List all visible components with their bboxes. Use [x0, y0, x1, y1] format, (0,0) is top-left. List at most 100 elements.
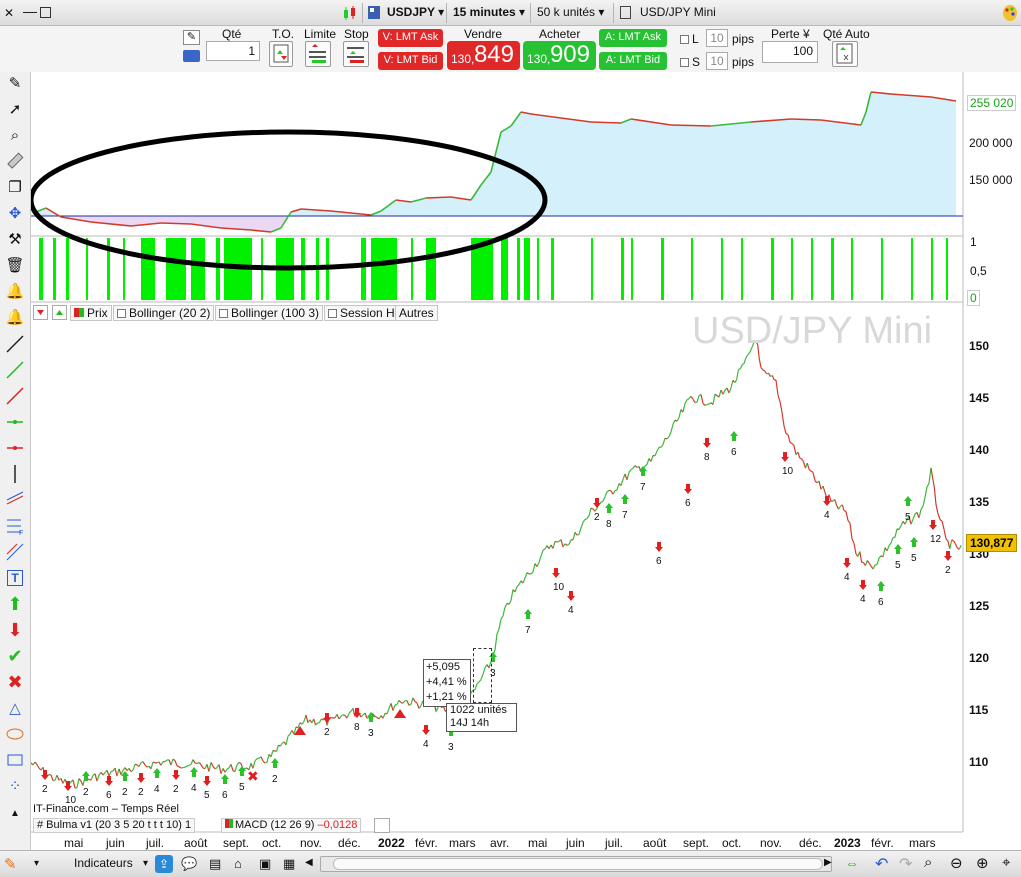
grid-icon[interactable]: ▦ — [283, 856, 295, 872]
tools-icon[interactable]: ⚒ — [4, 228, 26, 250]
horizontal-scrollbar[interactable] — [320, 856, 832, 872]
save-icon[interactable]: ▣ — [259, 856, 271, 872]
draw-tool-icon[interactable]: ✎ — [4, 855, 17, 873]
measure-box[interactable]: +5,095 +4,41 % +1,21 % — [423, 659, 471, 707]
copy-icon[interactable]: ❐ — [4, 176, 26, 198]
keyboard-icon[interactable] — [183, 50, 200, 62]
fibonacci-icon[interactable]: F — [4, 515, 26, 537]
triangle-icon[interactable]: △ — [4, 697, 26, 719]
maximize-icon[interactable] — [40, 7, 51, 18]
rectangle-icon[interactable] — [4, 749, 26, 771]
bollinger-20-checkbox[interactable] — [117, 309, 126, 318]
move-icon[interactable]: ✥ — [4, 202, 26, 224]
qty-input[interactable]: 1 — [206, 41, 260, 61]
camera-icon[interactable]: ⌂ — [234, 856, 242, 871]
ruler-icon[interactable] — [4, 150, 26, 172]
long-pips-input[interactable]: 10 — [706, 29, 728, 47]
alert-bell-icon[interactable]: 🔔 — [4, 280, 26, 302]
indicators-button[interactable]: Indicateurs — [74, 856, 133, 870]
cross-icon[interactable]: ✖ — [4, 671, 26, 693]
pencil-icon[interactable]: ✎ — [4, 72, 26, 94]
edit-tool-icon[interactable]: ✎ — [183, 30, 200, 45]
signal-label: 4 — [860, 594, 866, 605]
equity-segment — [790, 118, 822, 121]
scrollbar-thumb[interactable] — [333, 858, 823, 870]
horizontal-red-icon[interactable] — [4, 437, 26, 459]
minimize-icon[interactable]: — — [23, 3, 37, 19]
to-button[interactable] — [269, 41, 293, 67]
auto-qty-button[interactable] — [832, 41, 858, 67]
trash-icon[interactable]: 🗑 — [4, 254, 26, 276]
zoom-in-icon[interactable]: ⊕ — [976, 854, 989, 872]
channel-icon[interactable] — [4, 489, 26, 511]
undo-icon[interactable]: ↶ — [875, 854, 888, 874]
zoom-out-icon[interactable]: ⊖ — [950, 854, 963, 872]
zoom-reset-icon[interactable]: ⌖ — [1002, 854, 1010, 871]
collapse-down-button[interactable] — [33, 305, 48, 320]
chat-icon[interactable]: 💬 — [181, 856, 197, 872]
zoom-fit-icon[interactable]: ⌕ — [924, 854, 932, 871]
size-dropdown[interactable]: 50 k unités ▾ — [537, 5, 604, 19]
redo-icon[interactable]: ↷ — [899, 854, 912, 874]
indicators-dropdown-icon[interactable]: ▾ — [143, 858, 148, 869]
ellipse-icon[interactable] — [4, 723, 26, 745]
scroll-right-icon[interactable]: ▶ — [824, 857, 832, 868]
price-segment — [787, 434, 791, 443]
check-icon[interactable]: ✔ — [4, 645, 26, 667]
share-icon[interactable]: ⇪ — [155, 855, 173, 873]
indicators-chevron-icon[interactable]: ▾ — [34, 858, 39, 869]
green-line-icon[interactable] — [4, 359, 26, 381]
loss-input[interactable]: 100 — [762, 41, 818, 63]
session-checkbox[interactable] — [328, 309, 337, 318]
price-segment — [660, 444, 664, 448]
chart-canvas[interactable]: 2102 6 2 2 4 2 45 6522 834 3371042877668 610444 655… — [31, 72, 1021, 850]
fit-icon[interactable]: ⇔ — [845, 855, 859, 871]
pitchfork-icon[interactable] — [4, 541, 26, 563]
legend-session[interactable]: Session H — [324, 305, 399, 321]
legend-prix[interactable]: Prix — [70, 305, 112, 321]
symbol-dropdown[interactable]: USDJPY ▾ — [387, 5, 444, 19]
points-icon[interactable]: ⁘ — [4, 775, 26, 797]
legend-bollinger-100[interactable]: Bollinger (100 3) — [215, 305, 324, 321]
legend-bollinger-20[interactable]: Bollinger (20 2) — [113, 305, 215, 321]
down-arrow-icon[interactable]: ⬇ — [4, 619, 26, 641]
more-tools-icon[interactable]: ▲ — [4, 802, 26, 824]
palette-icon[interactable] — [1002, 4, 1019, 22]
price-segment — [900, 521, 904, 527]
legend-autres[interactable]: Autres — [395, 305, 438, 321]
buy-lmt-bid-button[interactable]: A: LMT Bid — [599, 52, 667, 70]
vertical-line-icon[interactable] — [4, 463, 26, 485]
buy-lmt-ask-button[interactable]: A: LMT Ask — [599, 29, 667, 47]
trendline-icon[interactable] — [4, 333, 26, 355]
scroll-left-icon[interactable]: ◀ — [305, 857, 313, 868]
bollinger-100-checkbox[interactable] — [219, 309, 228, 318]
horizontal-green-icon[interactable] — [4, 411, 26, 433]
sell-lmt-ask-button[interactable]: V: LMT Ask — [378, 29, 443, 47]
up-arrow-icon[interactable]: ⬆ — [4, 593, 26, 615]
candlestick-icon[interactable] — [342, 5, 358, 21]
bell-icon[interactable]: 🔔 — [4, 306, 26, 328]
long-checkbox[interactable] — [680, 35, 689, 44]
indicator-bulma[interactable]: # Bulma v1 (20 3 5 20 t t t 10) 1 — [33, 818, 196, 833]
stop-button[interactable] — [343, 41, 369, 67]
limit-button[interactable] — [305, 41, 331, 67]
sell-lmt-bid-button[interactable]: V: LMT Bid — [378, 52, 443, 70]
red-line-icon[interactable] — [4, 385, 26, 407]
close-icon[interactable]: ✕ — [4, 7, 14, 19]
zoom-icon[interactable]: ⌕ — [4, 124, 26, 146]
short-pips-input[interactable]: 10 — [706, 52, 728, 70]
price-tick: 150 — [969, 339, 990, 353]
price-segment — [676, 417, 680, 422]
measure-box-2[interactable]: 1022 unités 14J 14h — [446, 703, 517, 732]
copy-doc-icon[interactable]: ▤ — [209, 856, 221, 872]
buy-button[interactable]: 130, 909 — [523, 41, 596, 70]
text-icon[interactable]: T — [4, 567, 26, 589]
indicator-macd[interactable]: MACD (12 26 9) –0,0128 — [221, 818, 362, 833]
indicator-window-icon[interactable] — [374, 818, 390, 833]
collapse-up-button[interactable] — [52, 305, 67, 320]
short-checkbox[interactable] — [680, 58, 689, 67]
price-segment — [238, 761, 242, 765]
timeframe-dropdown[interactable]: 15 minutes ▾ — [453, 5, 525, 19]
sell-button[interactable]: 130, 849 — [447, 41, 520, 70]
pointer-icon[interactable]: ➚ — [4, 98, 26, 120]
